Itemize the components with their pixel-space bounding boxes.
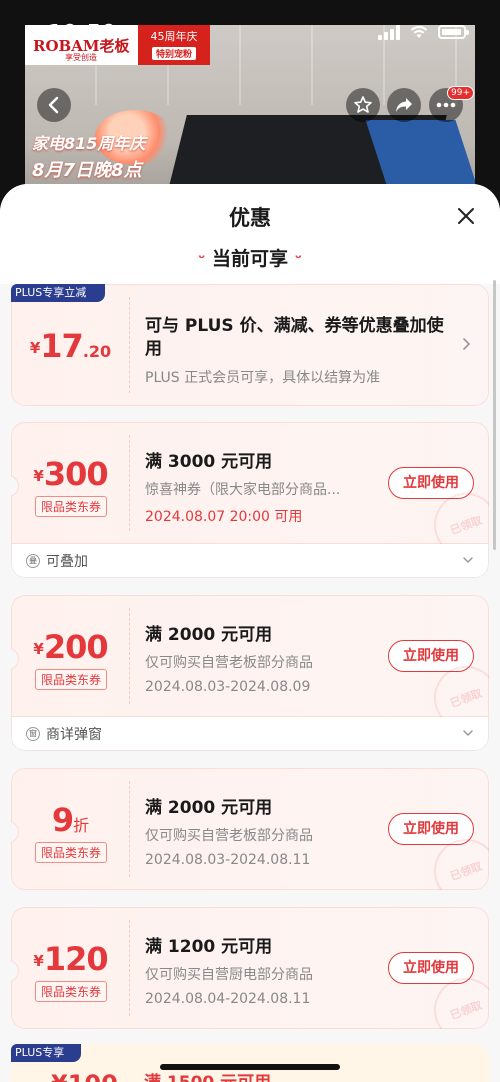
currency-symbol: ¥: [33, 952, 44, 970]
coupon-desc: 仅可购买自营老板部分商品: [145, 655, 313, 671]
wifi-icon: [410, 25, 428, 38]
sheet-header: 优惠: [0, 184, 500, 248]
star-icon: [354, 96, 372, 113]
cellular-signal-icon: [378, 24, 400, 40]
stamp-text: 已领取: [448, 513, 484, 538]
plus-discount-card[interactable]: ¥17.20 可与 PLUS 价、满减、券等优惠叠加使用 PLUS 正式会员可享…: [11, 284, 489, 406]
brand-slogan: 享受创造: [65, 53, 97, 62]
more-dots-icon: [436, 102, 456, 108]
promo-line-2: 8月7日晚8点: [32, 160, 142, 181]
sheet-title: 优惠: [229, 206, 271, 230]
coupon-title: 满 1500 元可用: [144, 1068, 271, 1082]
share-icon: [396, 98, 412, 112]
plus-tag: PLUS专享: [11, 1044, 81, 1062]
discount-sheet: 优惠 ᵕ 当前可享 ᵕ PLUS专享立减 ¥17.20 可与 PLUS 价、满减…: [0, 184, 500, 1082]
coupon-date: 2024.08.04-2024.08.11: [145, 991, 311, 1007]
coupon-desc: 惊喜神券（限大家电部分商品...: [145, 482, 341, 498]
coupon-footer[interactable]: 窗 商详弹窗: [11, 717, 489, 751]
popup-icon: 窗: [26, 726, 40, 741]
stackable-icon: 叠: [26, 553, 40, 568]
coupon-amount: ¥300: [12, 455, 129, 493]
coupon-type-tag: 限品类东券: [35, 669, 107, 690]
coupon-date: 2024.08.03-2024.08.11: [145, 852, 311, 868]
plus-tag: PLUS专享立减: [11, 284, 105, 302]
coupon-amount: ¥120: [12, 940, 129, 978]
coupon-amount: 9折: [12, 801, 129, 839]
plus-amount: ¥17.20: [12, 327, 129, 365]
currency-symbol: ¥: [29, 339, 41, 357]
amount-integer: 17: [40, 327, 84, 365]
coupon-type-tag: 限品类东券: [35, 496, 107, 517]
coupon-card: ¥120 限品类东券 满 1200 元可用 仅可购买自营厨电部分商品 2024.…: [11, 907, 489, 1029]
section-deco-left: ᵕ: [198, 249, 206, 267]
coupon-footer[interactable]: 叠 可叠加: [11, 544, 489, 578]
plus-desc: PLUS 正式会员可享，具体以结算为准: [145, 370, 381, 386]
amount-decimal: .20: [82, 342, 112, 361]
anniversary-text: 45周年庆: [150, 30, 198, 43]
coupon-title: 满 2000 元可用: [145, 625, 273, 645]
anniversary-badge: 45周年庆 特别宠粉: [138, 25, 210, 65]
favorite-button[interactable]: [346, 88, 380, 122]
amount-value: 300: [43, 455, 109, 493]
stamp-text: 已领取: [448, 859, 484, 884]
currency-symbol: ¥: [33, 467, 44, 485]
promo-line-1: 家电815周年庆: [32, 134, 146, 153]
coupon-date: 2024.08.03-2024.08.09: [145, 679, 311, 695]
coupon-type-tag: 限品类东券: [35, 842, 107, 863]
chevron-left-icon: [48, 96, 59, 114]
section-deco-right: ᵕ: [294, 249, 302, 267]
coupon-card: 9折 限品类东券 满 2000 元可用 仅可购买自营老板部分商品 2024.08…: [11, 768, 489, 890]
plus-title: 可与 PLUS 价、满减、券等优惠叠加使用: [145, 316, 444, 359]
coupon-desc: 仅可购买自营老板部分商品: [145, 828, 313, 844]
footer-text: 商详弹窗: [46, 726, 102, 743]
chevron-down-icon: [463, 730, 473, 737]
chevron-right-icon: [463, 338, 471, 350]
coupon-title: 满 3000 元可用: [145, 452, 273, 472]
scrollbar[interactable]: [493, 280, 496, 550]
coupon-title: 满 2000 元可用: [145, 798, 273, 818]
stamp-text: 已领取: [448, 686, 484, 711]
coupon-desc: 仅可购买自营厨电部分商品: [145, 967, 313, 983]
anniversary-tag: 特别宠粉: [151, 47, 196, 60]
footer-text: 可叠加: [46, 553, 88, 570]
share-button[interactable]: [387, 88, 421, 122]
stamp-text: 已领取: [448, 998, 484, 1023]
promo-text: 家电815周年庆 8月7日晚8点: [32, 130, 145, 182]
amount-value: 200: [43, 628, 109, 666]
amount-value: 9: [51, 801, 74, 839]
battery-icon: [438, 25, 469, 39]
back-button[interactable]: [37, 88, 71, 122]
message-count-badge: 99+: [447, 86, 474, 100]
currency-symbol: ¥: [33, 640, 44, 658]
section-title: ᵕ 当前可享 ᵕ: [0, 244, 500, 271]
amount-unit: 折: [73, 816, 90, 835]
coupon-card: ¥200 限品类东券 满 2000 元可用 仅可购买自营老板部分商品 2024.…: [11, 595, 489, 751]
coupon-card: ¥300 限品类东券 满 3000 元可用 惊喜神券（限大家电部分商品... 2…: [11, 422, 489, 578]
section-title-text: 当前可享: [211, 248, 288, 270]
close-icon[interactable]: [454, 204, 478, 228]
plus-coupon-card[interactable]: ¥100 满 1500 元可用: [11, 1044, 489, 1082]
home-indicator[interactable]: [160, 1064, 340, 1070]
status-time: 10:50: [48, 20, 117, 44]
status-icons: [378, 24, 469, 40]
chevron-down-icon: [463, 557, 473, 564]
coupon-title: 满 1200 元可用: [145, 937, 273, 957]
coupon-amount: ¥100: [51, 1070, 118, 1082]
coupon-date: 2024.08.07 20:00 可用: [145, 509, 303, 525]
amount-value: 120: [43, 940, 109, 978]
coupon-type-tag: 限品类东券: [35, 981, 107, 1002]
coupon-amount: ¥200: [12, 628, 129, 666]
